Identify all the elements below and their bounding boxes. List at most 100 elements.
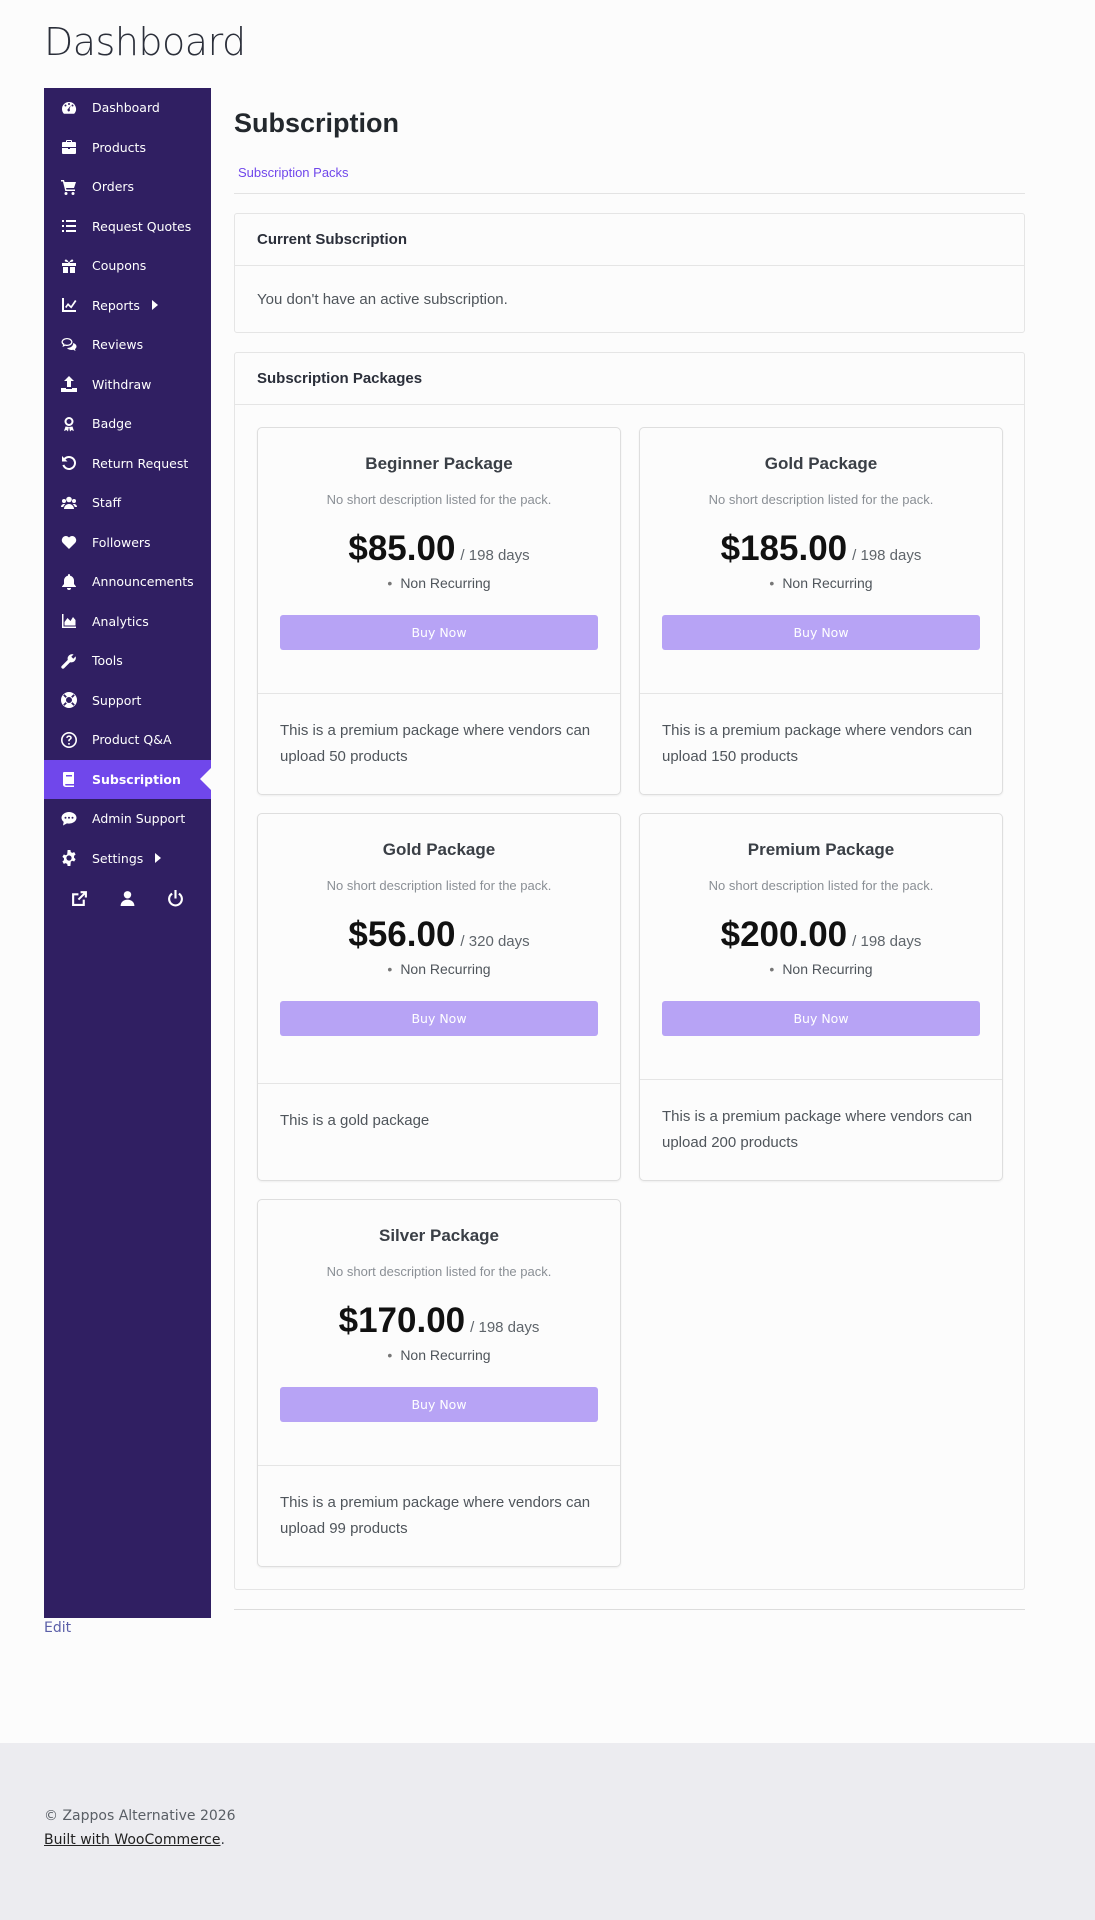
users-icon (60, 494, 77, 511)
package-summary: Premium Package No short description list… (640, 814, 1002, 1080)
package-name: Silver Package (378, 1226, 500, 1245)
package-grid: Beginner Package No short description lis… (235, 405, 1024, 1589)
sidebar-item-label: Badge (92, 416, 132, 432)
sidebar-item-subscription[interactable]: Subscription (44, 759, 211, 799)
sidebar-item-admin-support[interactable]: Admin Support (44, 799, 211, 839)
copyright-text: © Zappos Alternative 2026 (44, 1808, 236, 1824)
package-price: $200.00/ 198 days (662, 915, 980, 955)
package-description: No short description listed for the pack… (326, 1264, 552, 1279)
buy-now-button[interactable]: Buy Now (662, 1001, 980, 1036)
sidebar-item-label: Products (92, 139, 146, 155)
sidebar-item-label: Announcements (92, 574, 194, 590)
sidebar-item-products[interactable]: Products (44, 128, 211, 168)
external-link-icon[interactable] (71, 890, 88, 907)
package-details: This is a premium package where vendors … (662, 722, 973, 765)
list-icon (60, 218, 77, 235)
buy-now-button[interactable]: Buy Now (662, 615, 980, 650)
sidebar-item-label: Support (92, 692, 142, 708)
current-subscription-panel: Current Subscription You don't have an a… (234, 213, 1025, 333)
sidebar-item-analytics[interactable]: Analytics (44, 602, 211, 642)
sidebar-item-badge[interactable]: Badge (44, 404, 211, 444)
package-price: $56.00/ 320 days (280, 915, 598, 955)
sidebar-item-staff[interactable]: Staff (44, 483, 211, 523)
package-card: Beginner Package No short description lis… (257, 427, 621, 795)
section-title: Subscription (234, 108, 400, 138)
sidebar-item-dashboard[interactable]: Dashboard (44, 88, 211, 128)
sidebar-footer (44, 878, 211, 918)
sidebar-item-label: Return Request (92, 455, 189, 471)
package-description: No short description listed for the pack… (708, 878, 934, 893)
price-period: / 198 days (460, 547, 530, 564)
sidebar-item-label: Settings (92, 850, 144, 866)
sidebar-item-reports[interactable]: Reports (44, 286, 211, 326)
package-summary: Beginner Package No short description lis… (258, 428, 620, 694)
recurring-status: Non Recurring (662, 961, 980, 977)
power-icon[interactable] (167, 889, 184, 907)
package-price: $170.00/ 198 days (280, 1301, 598, 1341)
sidebar-item-coupons[interactable]: Coupons (44, 246, 211, 286)
gear-icon (60, 850, 77, 867)
divider (234, 1609, 1025, 1610)
line-chart-icon (60, 297, 77, 314)
sidebar-item-label: Tools (92, 653, 123, 669)
woocommerce-link[interactable]: Built with WooCommerce (44, 1832, 221, 1848)
dashboard-sidebar: Dashboard Products Orders Request Quotes Cou… (44, 88, 211, 1618)
built-with: Built with WooCommerce. (44, 1832, 225, 1848)
sidebar-item-label: Reports (92, 297, 140, 313)
price-period: / 198 days (852, 933, 922, 950)
upload-icon (60, 376, 77, 393)
sidebar-item-tools[interactable]: Tools (44, 641, 211, 681)
bell-icon (60, 573, 77, 590)
sidebar-item-orders[interactable]: Orders (44, 167, 211, 207)
award-icon (60, 415, 77, 432)
lifebuoy-icon (60, 692, 77, 709)
question-circle-icon (60, 731, 77, 748)
built-with-suffix: . (220, 1832, 225, 1848)
sidebar-item-followers[interactable]: Followers (44, 523, 211, 563)
package-description: No short description listed for the pack… (708, 492, 934, 507)
sidebar-item-label: Admin Support (92, 811, 186, 827)
sidebar-item-label: Withdraw (92, 376, 152, 392)
sidebar-item-request-quotes[interactable]: Request Quotes (44, 207, 211, 247)
recurring-status: Non Recurring (280, 575, 598, 591)
package-price: $185.00/ 198 days (662, 529, 980, 569)
area-chart-icon (60, 613, 77, 630)
page-title: Dashboard (44, 20, 246, 64)
sidebar-item-label: Coupons (92, 258, 147, 274)
edit-link[interactable]: Edit (44, 1620, 71, 1636)
sidebar-item-return-request[interactable]: Return Request (44, 444, 211, 484)
package-name: Gold Package (764, 454, 878, 473)
price-amount: $56.00 (348, 915, 456, 954)
sidebar-item-label: Followers (92, 534, 151, 550)
sidebar-item-withdraw[interactable]: Withdraw (44, 365, 211, 405)
site-footer: © Zappos Alternative 2026 Built with Woo… (0, 1743, 1095, 1920)
buy-now-button[interactable]: Buy Now (280, 1001, 598, 1036)
subscription-subnav: Subscription Packs (234, 164, 1025, 194)
package-summary: Silver Package No short description liste… (258, 1200, 620, 1466)
comment-dots-icon (60, 810, 77, 827)
price-amount: $85.00 (348, 529, 456, 568)
sidebar-item-settings[interactable]: Settings (44, 839, 211, 879)
price-amount: $170.00 (338, 1301, 466, 1340)
sidebar-item-announcements[interactable]: Announcements (44, 562, 211, 602)
package-details: This is a premium package where vendors … (280, 1494, 591, 1537)
sidebar-item-label: Reviews (92, 337, 144, 353)
wrench-icon (60, 652, 77, 669)
user-icon[interactable] (119, 890, 136, 907)
package-description: No short description listed for the pack… (326, 492, 552, 507)
package-card: Gold Package No short description listed … (257, 813, 621, 1181)
sidebar-item-label: Analytics (92, 613, 149, 629)
sidebar-item-product-q-a[interactable]: Product Q&A (44, 720, 211, 760)
sidebar-item-reviews[interactable]: Reviews (44, 325, 211, 365)
package-summary: Gold Package No short description listed … (258, 814, 620, 1084)
package-card: Premium Package No short description list… (639, 813, 1003, 1181)
buy-now-button[interactable]: Buy Now (280, 615, 598, 650)
buy-now-button[interactable]: Buy Now (280, 1387, 598, 1422)
dashboard-gauge-icon (60, 99, 77, 116)
package-details: This is a gold package (280, 1112, 430, 1129)
subscription-packages-panel: Subscription Packages Beginner Package No… (234, 352, 1025, 1590)
panel-heading: Subscription Packages (235, 353, 1024, 405)
subscription-packs-link[interactable]: Subscription Packs (238, 165, 349, 180)
no-subscription-message: You don't have an active subscription. (257, 290, 508, 308)
sidebar-item-support[interactable]: Support (44, 681, 211, 721)
